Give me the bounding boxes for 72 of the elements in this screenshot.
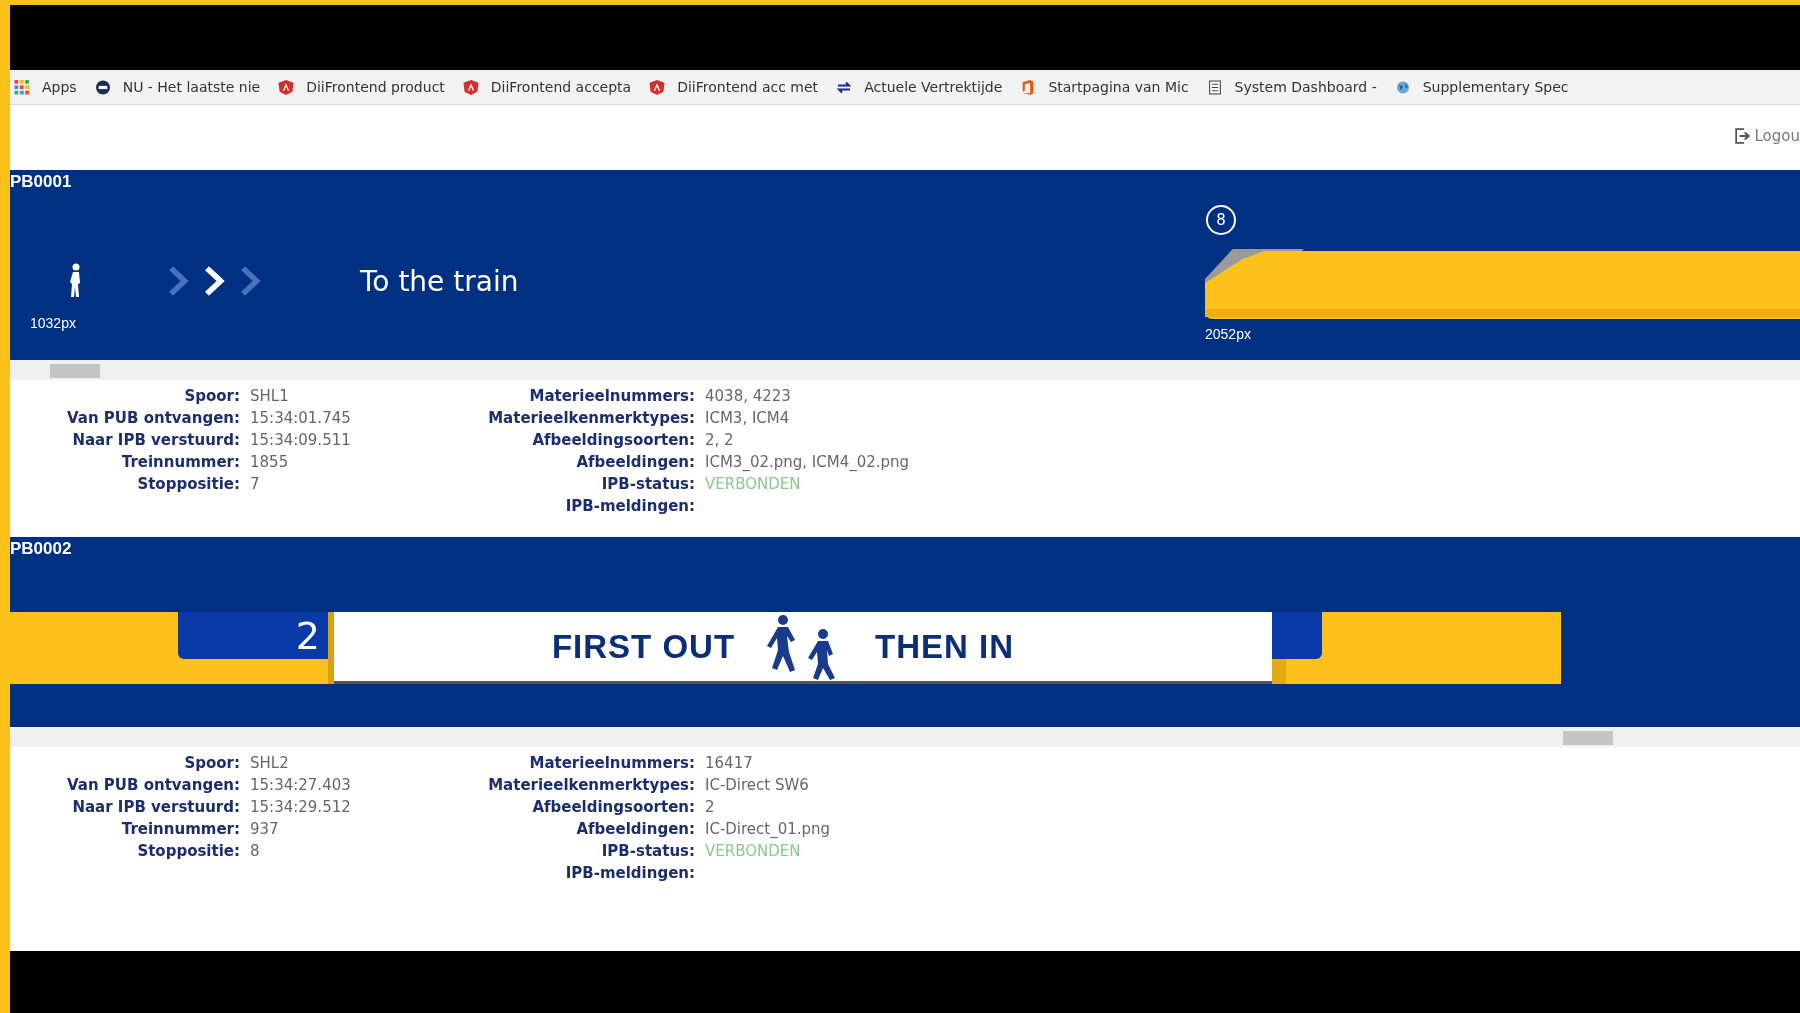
field-value: 15:34:09.511 xyxy=(250,431,351,449)
field-label: Van PUB ontvangen: xyxy=(66,776,240,794)
panel-id: PB0002 xyxy=(10,539,72,559)
field-label: Naar IPB verstuurd: xyxy=(71,798,240,816)
position-label: 1032px xyxy=(30,315,77,331)
field-value: 1855 xyxy=(250,453,289,471)
field-label: Treinnummer: xyxy=(120,453,240,471)
coach-number: 8 xyxy=(1206,205,1236,235)
field-label: Naar IPB verstuurd: xyxy=(71,431,240,449)
field-value: ICM3, ICM4 xyxy=(705,409,790,427)
scrollbar-thumb[interactable] xyxy=(50,364,100,378)
bookmark-link[interactable]: Supplementary Spec xyxy=(1394,79,1569,95)
field-label: Afbeeldingsoorten: xyxy=(531,798,695,816)
page-icon xyxy=(1206,79,1223,95)
field-value: 2 xyxy=(705,798,715,816)
field-value: 15:34:29.512 xyxy=(250,798,351,816)
field-value: IC-Direct_01.png xyxy=(705,820,831,838)
logout-icon xyxy=(1734,127,1751,144)
field-label: Materieelnummers: xyxy=(528,387,695,405)
field-value: 937 xyxy=(250,820,279,838)
shield-icon xyxy=(462,79,479,95)
field-value: 15:34:27.403 xyxy=(250,776,351,794)
field-label: Materieelnummers: xyxy=(528,754,695,772)
shield-icon xyxy=(278,79,295,95)
field-value: 8 xyxy=(250,842,260,860)
field-label: Treinnummer: xyxy=(120,820,240,838)
scrollbar-thumb[interactable] xyxy=(1563,731,1613,745)
field-label: IPB-meldingen: xyxy=(564,864,695,882)
position-label: 2052px xyxy=(1205,326,1251,342)
field-value: 16417 xyxy=(705,754,753,772)
status-value: VERBONDEN xyxy=(705,475,801,493)
field-value: IC-Direct SW6 xyxy=(705,776,809,794)
panel-id: PB0001 xyxy=(10,172,72,192)
bookmark-link[interactable]: DiiFrontend accepta xyxy=(462,79,632,95)
arrows-icon xyxy=(836,79,853,95)
status-value: VERBONDEN xyxy=(705,842,801,860)
field-label: Afbeeldingen: xyxy=(575,453,695,471)
bookmark-link[interactable]: Actuele Vertrektijde xyxy=(836,79,1003,95)
field-label: Stoppositie: xyxy=(136,842,240,860)
field-value: ICM3_02.png, ICM4_02.png xyxy=(705,453,910,471)
boarding-banner: FIRST OUT THEN IN xyxy=(334,612,1272,684)
field-label: Van PUB ontvangen: xyxy=(66,409,240,427)
field-label: IPB-meldingen: xyxy=(564,497,695,515)
bookmark-link[interactable]: Startpagina van Mic xyxy=(1020,79,1189,95)
circle-icon xyxy=(94,79,111,95)
field-label: IPB-status: xyxy=(600,842,695,860)
bookmark-link[interactable]: Apps xyxy=(14,79,77,95)
field-value: SHL2 xyxy=(250,754,289,772)
bookmark-link[interactable]: System Dashboard - xyxy=(1206,79,1377,95)
bookmark-link[interactable]: DiiFrontend acc met xyxy=(649,79,819,95)
field-label: Afbeeldingen: xyxy=(575,820,695,838)
display-message: To the train xyxy=(360,264,520,298)
field-label: Materieelkenmerktypes: xyxy=(487,776,695,794)
field-value: 2, 2 xyxy=(705,431,734,449)
platform-number: 2 xyxy=(178,612,328,659)
field-label: Spoor: xyxy=(183,754,240,772)
bookmark-link[interactable]: NU - Het laatste nie xyxy=(94,79,261,95)
apps-grid-icon xyxy=(14,79,30,95)
field-label: Spoor: xyxy=(183,387,240,405)
field-value: SHL1 xyxy=(250,387,289,405)
field-label: Stoppositie: xyxy=(136,475,240,493)
train-end-block xyxy=(1272,612,1322,659)
field-value: 7 xyxy=(250,475,260,493)
field-label: Afbeeldingsoorten: xyxy=(531,431,695,449)
shield-icon xyxy=(649,79,666,95)
field-label: Materieelkenmerktypes: xyxy=(487,409,695,427)
logout-link[interactable]: Logou xyxy=(1734,126,1800,145)
field-value: 4038, 4223 xyxy=(705,387,791,405)
field-label: IPB-status: xyxy=(600,475,695,493)
globe-icon xyxy=(1394,79,1411,95)
bookmark-link[interactable]: DiiFrontend product xyxy=(278,79,445,95)
field-value: 15:34:01.745 xyxy=(250,409,351,427)
